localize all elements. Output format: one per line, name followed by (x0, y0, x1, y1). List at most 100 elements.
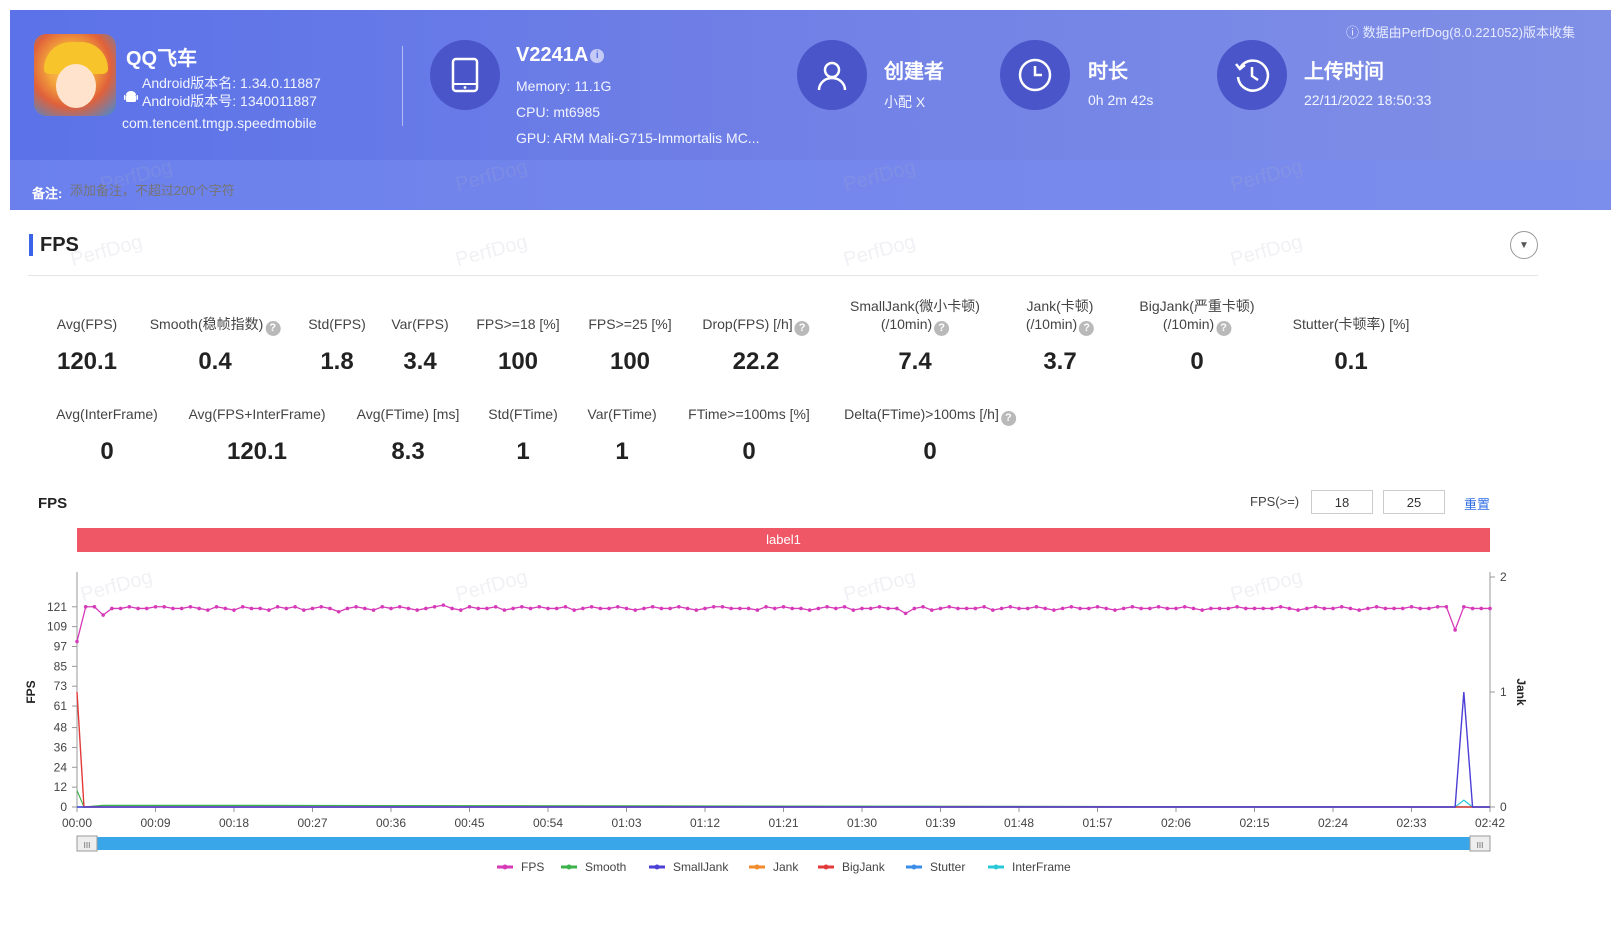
fps-point (1488, 606, 1492, 611)
fps-point (162, 604, 167, 609)
legend-label[interactable]: BigJank (842, 860, 886, 874)
android-version-code: Android版本号: 1340011887 (142, 93, 317, 109)
legend-label[interactable]: Stutter (930, 860, 965, 874)
x-tick-label: 01:21 (768, 816, 798, 830)
fps-point (1453, 628, 1457, 632)
fps-point (380, 604, 385, 609)
fps-point (1374, 604, 1379, 609)
stat2-value: 0 (923, 438, 937, 465)
x-tick-label: 00:09 (140, 816, 170, 830)
x-tick-label: 01:57 (1082, 816, 1112, 830)
collapse-button[interactable]: ▼ (1510, 231, 1538, 259)
y-axis-title: FPS (24, 680, 38, 703)
stat-value: 7.4 (898, 348, 932, 375)
fps-point (232, 608, 236, 612)
help-icon[interactable]: ? (794, 321, 810, 336)
fps-point (1435, 604, 1440, 609)
y-tick-label: 73 (54, 679, 68, 693)
legend-label[interactable]: SmallJank (673, 860, 729, 874)
fps-point (144, 606, 149, 611)
fps-point (720, 604, 725, 609)
fps-point (319, 604, 324, 609)
fps-point (633, 608, 638, 612)
watermark-text: PerfDog (841, 230, 918, 272)
fps-point (1444, 604, 1449, 609)
stat-label-text: Drop(FPS) [/h] (702, 316, 793, 332)
watermark-text: PerfDog (68, 230, 145, 272)
fps-point (206, 608, 210, 612)
fps-point (1322, 606, 1327, 611)
range-slider-track (77, 837, 1490, 850)
stat2-value: 8.3 (391, 438, 425, 465)
stat2-label-text: Var(FTime) (587, 406, 657, 422)
device-info-icon[interactable]: i (590, 48, 605, 63)
legend-label[interactable]: FPS (521, 860, 544, 874)
fps-point (214, 604, 219, 609)
user-icon (797, 40, 867, 110)
fps-point (615, 604, 620, 609)
legend-label[interactable]: InterFrame (1012, 860, 1071, 874)
fps-point (685, 606, 690, 611)
fps-point (188, 604, 193, 609)
help-icon[interactable]: ? (1216, 321, 1232, 336)
fps-point (1270, 606, 1274, 611)
stat-value: 1.8 (320, 348, 354, 375)
fps-point (493, 604, 498, 609)
fps-threshold-25-input[interactable] (1383, 490, 1445, 514)
fps-point (1296, 608, 1300, 612)
reset-button[interactable]: 重置 (1464, 494, 1490, 513)
legend-label[interactable]: Jank (773, 860, 799, 874)
stat-value: 120.1 (56, 348, 118, 375)
fps-point (1052, 608, 1056, 612)
stat2-label: Avg(FTime) [ms] (357, 405, 460, 423)
help-icon[interactable]: ? (1079, 321, 1095, 336)
stat-label: SmallJank(微小卡顿) (/10min)? (850, 297, 980, 336)
label-bar[interactable]: label1 (77, 528, 1490, 552)
fps-point (790, 606, 795, 611)
range-slider-grip-icon: III (1477, 841, 1484, 850)
fps-point (677, 604, 681, 609)
fps-point (485, 606, 489, 611)
fps-chart[interactable]: 0122436486173859710912101200:00 00:09 00:1… (0, 560, 1619, 890)
chevron-down-icon: ▼ (1519, 239, 1529, 251)
fps-point (432, 604, 437, 609)
x-tick-label: 01:39 (925, 816, 955, 830)
stat-label: Jank(卡顿) (/10min)? (1025, 297, 1095, 336)
fps-point (973, 606, 978, 611)
help-icon[interactable]: ? (265, 321, 281, 336)
fps-point (153, 604, 158, 609)
stat-value: 3.4 (403, 348, 437, 375)
stat-label: FPS>=25 [%] (588, 315, 671, 333)
legend-label[interactable]: Smooth (585, 860, 626, 874)
fps-point (807, 608, 812, 612)
fps-point (528, 606, 533, 611)
stat-label-unit: (/10min) (1025, 316, 1078, 332)
stat-label: Smooth(稳帧指数)? (150, 315, 281, 336)
fps-point (110, 606, 114, 611)
fps-point (467, 604, 472, 609)
fps-point (781, 604, 786, 609)
device-memory: Memory: 11.1G (516, 78, 612, 94)
help-icon[interactable]: ? (934, 321, 950, 336)
x-tick-label: 02:33 (1396, 816, 1426, 830)
help-icon[interactable]: ? (1000, 411, 1016, 426)
stat-label: Var(FPS) (391, 315, 448, 333)
fps-threshold-18-input[interactable] (1311, 490, 1373, 514)
fps-point (258, 606, 262, 611)
x-tick-label: 02:24 (1318, 816, 1348, 830)
fps-point (938, 606, 943, 611)
y-tick-label: 97 (54, 639, 68, 653)
fps-point (1043, 606, 1047, 611)
fps-point (834, 606, 838, 611)
x-tick-label: 01:12 (690, 816, 720, 830)
fps-point (589, 604, 594, 609)
fps-point (703, 606, 707, 611)
stat-value: 100 (497, 348, 539, 375)
fps-point (572, 608, 576, 612)
x-tick-label: 02:06 (1161, 816, 1191, 830)
remark-input[interactable] (70, 183, 370, 198)
x-tick-label: 00:18 (219, 816, 249, 830)
fps-point (868, 606, 873, 611)
x-tick-label: 00:00 (62, 816, 92, 830)
perfdog-report-page: { "app": { "name": "QQ飞车", "version_name… (0, 0, 1619, 927)
